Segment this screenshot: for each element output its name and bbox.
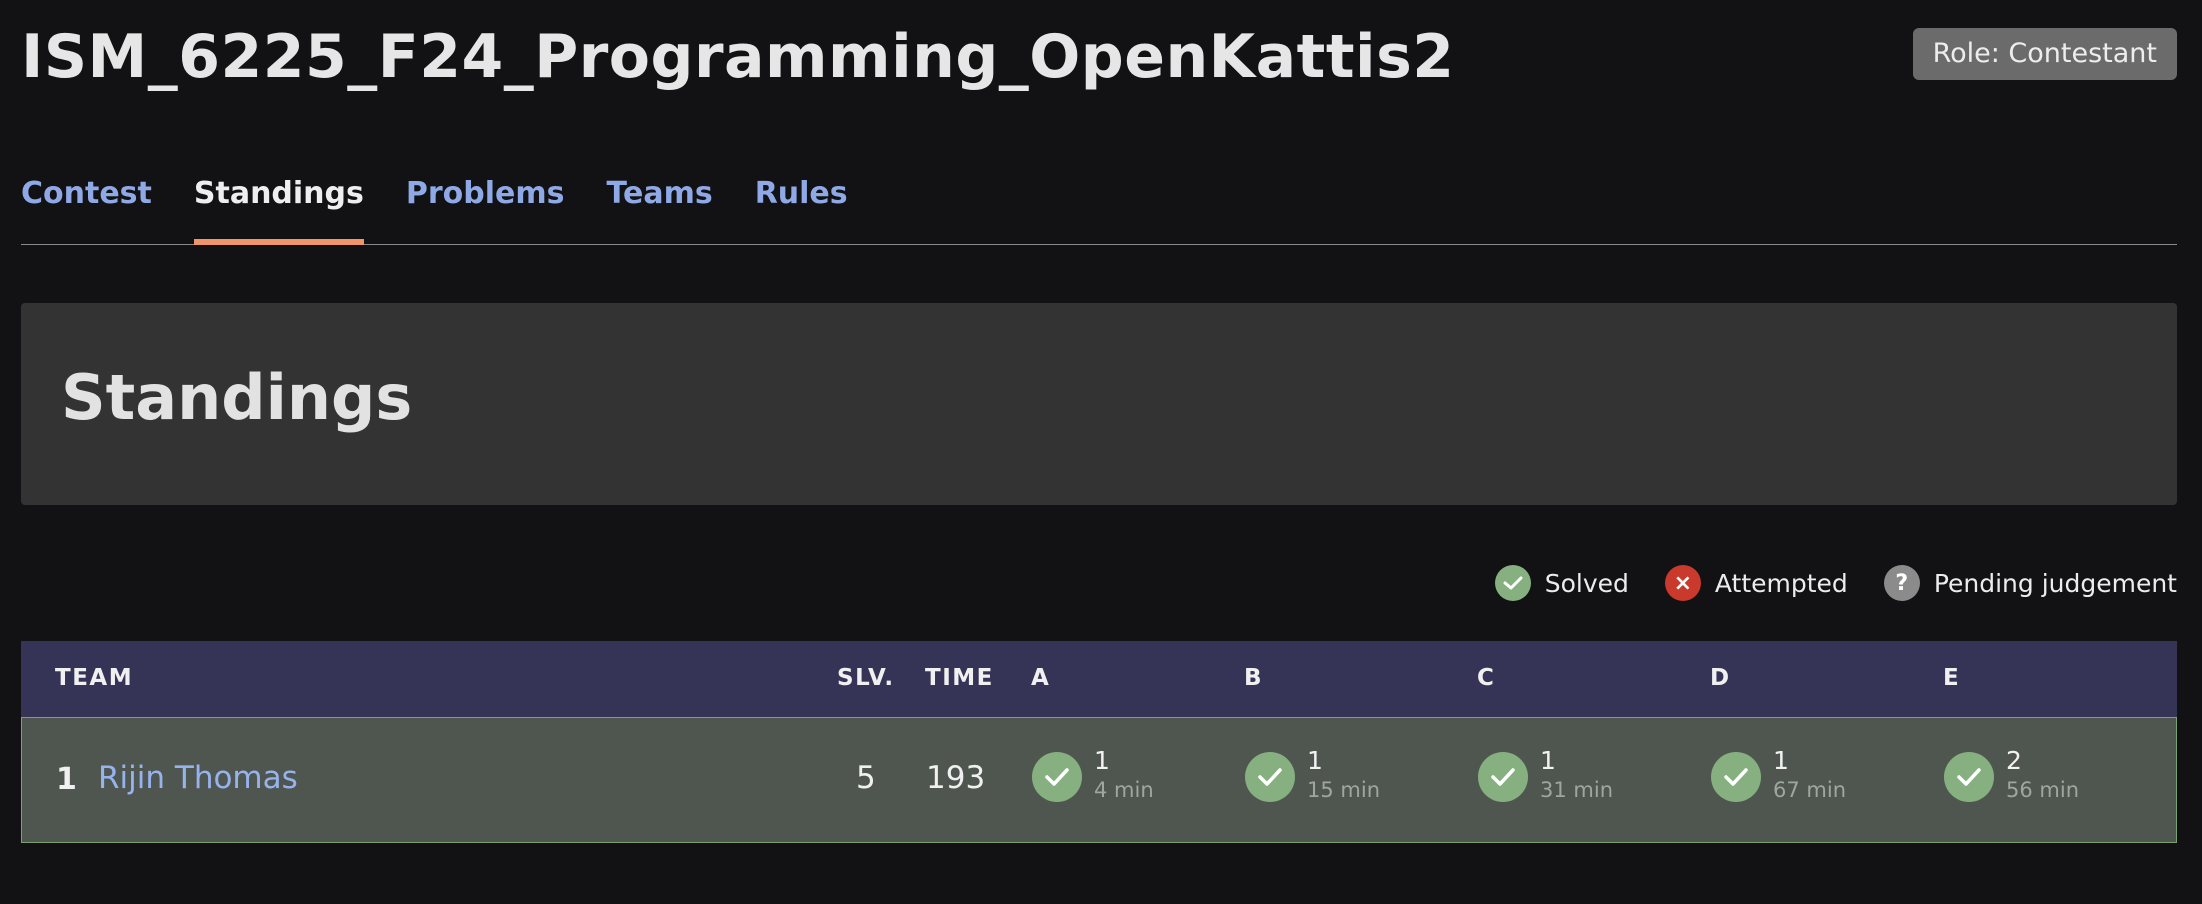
solve-time: 4 min xyxy=(1094,778,1154,802)
column-header-problem-b[interactable]: B xyxy=(1244,665,1263,691)
table-row: 1 Rijin Thomas 5 193 1 4 min 1 15 min 1 … xyxy=(21,717,2177,843)
solved-count: 5 xyxy=(856,760,876,796)
role-badge: Role: Contestant xyxy=(1912,28,2177,80)
problem-cell-b: 1 15 min xyxy=(1245,746,1405,812)
standings-legend: Solved × Attempted ? Pending judgement xyxy=(1459,564,2177,602)
problem-cell-a: 1 4 min xyxy=(1032,746,1192,812)
column-header-problem-e[interactable]: E xyxy=(1943,665,1960,691)
legend-attempted: × Attempted xyxy=(1664,565,1848,601)
cross-icon: × xyxy=(1664,565,1701,601)
tab-standings[interactable]: Standings xyxy=(193,160,364,245)
column-header-team[interactable]: TEAM xyxy=(55,665,133,691)
column-header-time[interactable]: TIME xyxy=(925,665,994,691)
tab-contest[interactable]: Contest xyxy=(21,160,152,244)
table-header-row: TEAM SLV. TIME A B C D E xyxy=(21,641,2177,717)
check-icon xyxy=(1494,565,1531,601)
standings-table: TEAM SLV. TIME A B C D E 1 Rijin Thomas … xyxy=(21,641,2177,843)
legend-solved-label: Solved xyxy=(1544,568,1629,598)
question-icon: ? xyxy=(1883,565,1920,601)
penalty-time: 193 xyxy=(926,760,986,796)
column-header-problem-d[interactable]: D xyxy=(1710,665,1731,691)
tab-rules[interactable]: Rules xyxy=(755,160,848,244)
solve-time: 56 min xyxy=(2006,778,2079,802)
contest-tabs: Contest Standings Problems Teams Rules xyxy=(21,160,2177,245)
legend-attempted-label: Attempted xyxy=(1714,568,1848,598)
column-header-problem-c[interactable]: C xyxy=(1477,665,1495,691)
tab-problems[interactable]: Problems xyxy=(406,160,565,244)
solved-check-icon xyxy=(1944,752,1994,802)
solve-time: 31 min xyxy=(1540,778,1613,802)
contest-title: ISM_6225_F24_Programming_OpenKattis2 xyxy=(21,22,1455,92)
page-heading: Standings xyxy=(61,361,413,434)
tab-teams[interactable]: Teams xyxy=(607,160,713,244)
solved-check-icon xyxy=(1478,752,1528,802)
solve-time: 67 min xyxy=(1773,778,1846,802)
solved-check-icon xyxy=(1032,752,1082,802)
attempt-count: 1 xyxy=(1773,746,1789,775)
standings-heading-panel: Standings xyxy=(21,303,2177,505)
attempt-count: 1 xyxy=(1307,746,1323,775)
solved-check-icon xyxy=(1711,752,1761,802)
legend-pending: ? Pending judgement xyxy=(1883,565,2177,601)
problem-cell-e: 2 56 min xyxy=(1944,746,2104,812)
column-header-problem-a[interactable]: A xyxy=(1031,665,1050,691)
problem-cell-c: 1 31 min xyxy=(1478,746,1638,812)
legend-pending-label: Pending judgement xyxy=(1933,568,2177,598)
team-name-link[interactable]: Rijin Thomas xyxy=(98,760,298,796)
attempt-count: 1 xyxy=(1540,746,1556,775)
solve-time: 15 min xyxy=(1307,778,1380,802)
legend-solved: Solved xyxy=(1494,565,1629,601)
solved-check-icon xyxy=(1245,752,1295,802)
column-header-solved[interactable]: SLV. xyxy=(837,665,895,691)
attempt-count: 2 xyxy=(2006,746,2022,775)
attempt-count: 1 xyxy=(1094,746,1110,775)
problem-cell-d: 1 67 min xyxy=(1711,746,1871,812)
team-rank: 1 xyxy=(56,762,77,797)
